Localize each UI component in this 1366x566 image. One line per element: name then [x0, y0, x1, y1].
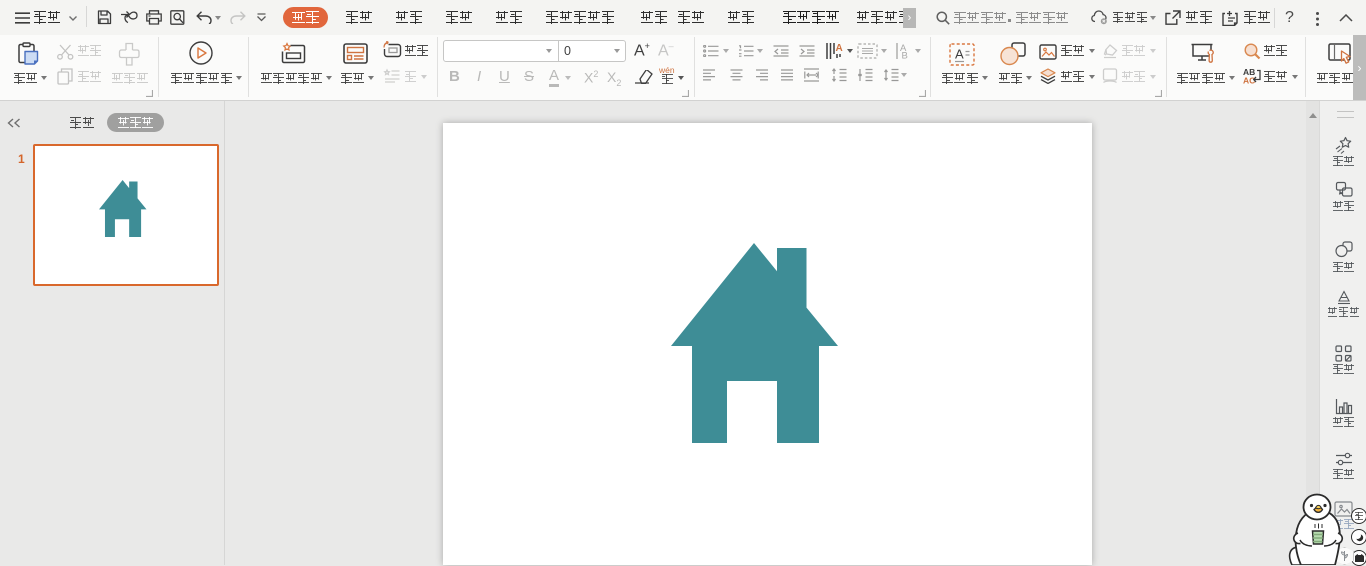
svg-text:A: A [836, 43, 843, 54]
svg-text:A: A [955, 47, 964, 62]
svg-text:B: B [902, 51, 908, 60]
